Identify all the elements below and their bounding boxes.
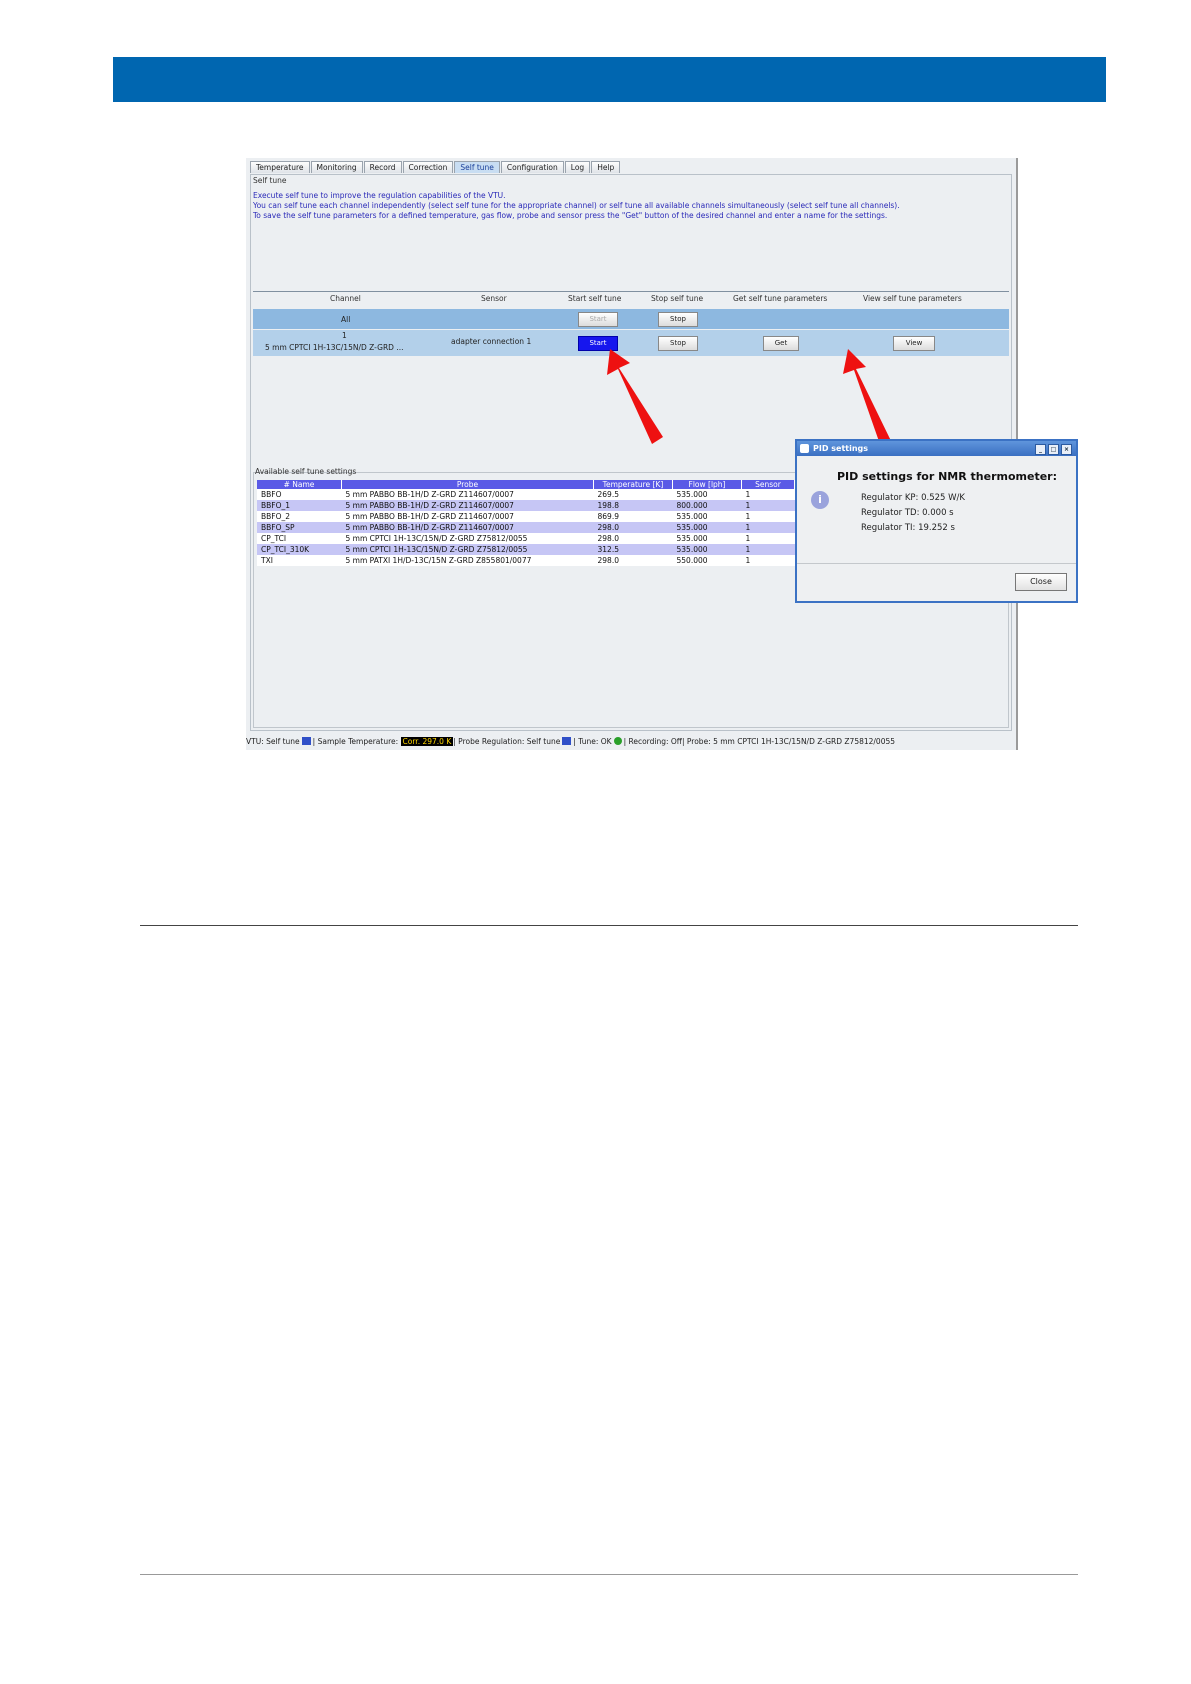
app-icon bbox=[800, 444, 809, 453]
regulator-td: Regulator TD: 0.000 s bbox=[861, 508, 954, 518]
regulator-ti: Regulator TI: 19.252 s bbox=[861, 523, 955, 533]
dialog-title: PID settings bbox=[813, 444, 869, 453]
arrow-get bbox=[843, 349, 893, 450]
dialog-divider bbox=[797, 563, 1076, 564]
regulator-kp: Regulator KP: 0.525 W/K bbox=[861, 493, 965, 503]
status-probe-regulation: Probe Regulation: Self tune bbox=[458, 737, 561, 746]
divider-line bbox=[140, 925, 1078, 926]
status-sample: Sample Temperature: bbox=[317, 737, 399, 746]
close-icon[interactable]: × bbox=[1061, 444, 1072, 455]
maximize-icon[interactable]: □ bbox=[1048, 444, 1059, 455]
pid-settings-dialog: PID settings _ □ × PID settings for NMR … bbox=[795, 439, 1078, 603]
dialog-title-bar: PID settings _ □ × bbox=[797, 441, 1076, 456]
info-icon: i bbox=[811, 491, 829, 509]
status-bar: VTU: Self tune | Sample Temperature: Corr… bbox=[246, 735, 1016, 748]
square-icon bbox=[562, 737, 572, 745]
minimize-icon[interactable]: _ bbox=[1035, 444, 1046, 455]
close-button[interactable]: Close bbox=[1015, 573, 1067, 591]
footer-line bbox=[140, 1574, 1078, 1575]
status-vtu: VTU: Self tune bbox=[246, 737, 300, 746]
status-probe: Probe: 5 mm CPTCI 1H-13C/15N/D Z-GRD Z75… bbox=[686, 737, 896, 746]
status-recording: Recording: Off bbox=[628, 737, 682, 746]
status-tune: Tune: OK bbox=[578, 737, 612, 746]
status-corr: Corr. 297.0 K bbox=[400, 737, 454, 746]
check-icon bbox=[613, 737, 622, 745]
arrow-start bbox=[607, 349, 663, 444]
dialog-heading: PID settings for NMR thermometer: bbox=[837, 470, 1057, 483]
square-icon bbox=[301, 737, 311, 745]
